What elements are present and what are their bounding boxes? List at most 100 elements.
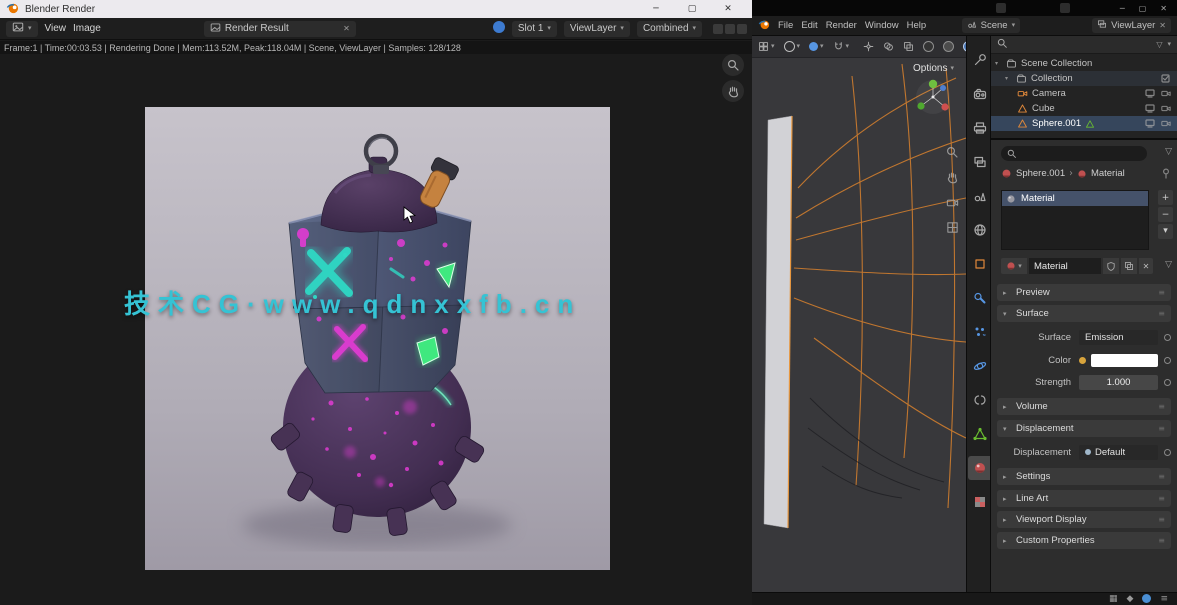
close-button[interactable]: ✕ bbox=[1160, 4, 1167, 13]
outliner-row-camera[interactable]: Camera bbox=[991, 86, 1177, 101]
screen-visibility-icon[interactable] bbox=[1145, 89, 1155, 98]
outliner-row-cube[interactable]: Cube bbox=[991, 101, 1177, 116]
color-swatch[interactable] bbox=[1091, 354, 1158, 367]
display-channels-buttons[interactable] bbox=[713, 24, 747, 34]
help-menu[interactable]: Help bbox=[907, 20, 927, 31]
image-editor-canvas[interactable]: 技术CG·www.qdnxxfb.cn bbox=[0, 54, 752, 605]
channel-z-icon[interactable] bbox=[737, 24, 747, 34]
browse-material-button[interactable]: ▾ bbox=[1001, 258, 1027, 274]
datablock-filter-icon[interactable]: ▽ bbox=[1165, 260, 1172, 270]
render-menu[interactable]: Render bbox=[826, 20, 857, 31]
render-window-titlebar[interactable]: Blender Render ─ ▢ ✕ bbox=[0, 0, 752, 18]
outliner-filter-button[interactable]: ▽ bbox=[1156, 40, 1162, 49]
channel-color-icon[interactable] bbox=[713, 24, 723, 34]
camera-visibility-icon[interactable] bbox=[1161, 104, 1171, 113]
file-menu[interactable]: File bbox=[778, 20, 793, 31]
material-name-field[interactable]: Material bbox=[1029, 258, 1101, 274]
animate-dot-icon[interactable] bbox=[1164, 379, 1171, 386]
scene-selector[interactable]: Scene ▾ bbox=[962, 18, 1020, 33]
section-surface[interactable]: ▾ Surface ≡ bbox=[997, 305, 1171, 322]
view-menu[interactable]: View bbox=[45, 23, 67, 34]
outliner-row-sphere[interactable]: Sphere.001 bbox=[991, 116, 1177, 131]
tab-object-data-icon[interactable] bbox=[968, 422, 991, 446]
tab-tool-icon[interactable] bbox=[968, 48, 991, 72]
navigation-axis-gizmo[interactable] bbox=[914, 78, 952, 116]
xray-toggle-button[interactable] bbox=[901, 39, 916, 55]
expand-caret-icon[interactable]: ▾ bbox=[1005, 75, 1012, 82]
tab-output-icon[interactable] bbox=[968, 116, 991, 140]
viewlayer-selector[interactable]: ViewLayer ▾ bbox=[564, 21, 630, 37]
snap-magnet-button[interactable]: ▾ bbox=[831, 39, 852, 55]
unlink-material-button[interactable]: ✕ bbox=[1139, 258, 1153, 274]
screen-visibility-icon[interactable] bbox=[1145, 104, 1155, 113]
tab-world-icon[interactable] bbox=[968, 218, 991, 242]
close-icon[interactable]: ✕ bbox=[1159, 21, 1166, 30]
breadcrumb-object[interactable]: Sphere.001 bbox=[1016, 168, 1065, 179]
section-displacement[interactable]: ▾ Displacement ≡ bbox=[997, 420, 1171, 437]
fake-user-button[interactable] bbox=[1103, 258, 1119, 274]
add-slot-button[interactable]: + bbox=[1158, 190, 1173, 205]
shading-wireframe-button[interactable] bbox=[921, 39, 936, 55]
minimize-button[interactable]: ─ bbox=[1120, 4, 1125, 13]
expand-caret-icon[interactable]: ▾ bbox=[995, 60, 1002, 67]
editor-type-button[interactable]: ▾ bbox=[6, 21, 38, 37]
material-slot-row[interactable]: Material bbox=[1002, 191, 1148, 206]
tab-texture-icon[interactable] bbox=[968, 490, 991, 514]
zoom-gizmo-button[interactable] bbox=[722, 54, 744, 76]
grid-status-icon[interactable]: ▦ bbox=[1109, 594, 1118, 604]
viewlayer-selector[interactable]: ViewLayer ✕ bbox=[1092, 18, 1171, 33]
new-material-button[interactable] bbox=[1121, 258, 1137, 274]
chevron-down-icon[interactable]: ▾ bbox=[1167, 41, 1171, 48]
slot-specials-button[interactable]: ▾ bbox=[1158, 224, 1173, 239]
image-datablock-selector[interactable]: Render Result ✕ bbox=[204, 21, 356, 37]
transform-pivot-button[interactable]: ▾ bbox=[807, 39, 826, 55]
app-status-icon[interactable] bbox=[1142, 594, 1151, 605]
tab-view-layer-icon[interactable] bbox=[968, 150, 991, 174]
section-custom-properties[interactable]: ▸ Custom Properties ≡ bbox=[997, 532, 1171, 549]
mode-selector-button[interactable]: ▾ bbox=[782, 39, 803, 55]
window-menu[interactable]: Window bbox=[865, 20, 899, 31]
viewport-pan-button[interactable] bbox=[946, 171, 959, 187]
breadcrumb-data[interactable]: Material bbox=[1091, 168, 1125, 179]
section-volume[interactable]: ▸ Volume ≡ bbox=[997, 398, 1171, 415]
material-slot-list[interactable]: Material bbox=[1001, 190, 1149, 250]
viewport-options-button[interactable]: Options ▾ bbox=[913, 63, 954, 74]
node-socket-icon[interactable] bbox=[1079, 357, 1086, 364]
properties-filter-button[interactable]: ▽ bbox=[1165, 147, 1172, 157]
minimize-button[interactable]: ─ bbox=[638, 0, 674, 18]
remove-slot-button[interactable]: − bbox=[1158, 207, 1173, 222]
section-viewport-display[interactable]: ▸ Viewport Display ≡ bbox=[997, 511, 1171, 528]
image-pin-button[interactable] bbox=[493, 21, 505, 36]
maximize-button[interactable]: ▢ bbox=[674, 0, 710, 18]
surface-shader-dropdown[interactable]: Emission bbox=[1079, 330, 1158, 345]
tab-render-icon[interactable] bbox=[968, 82, 991, 106]
animate-dot-icon[interactable] bbox=[1164, 449, 1171, 456]
strength-value-field[interactable]: 1.000 bbox=[1079, 375, 1158, 390]
maximize-button[interactable]: ▢ bbox=[1139, 4, 1147, 13]
checkbox-icon[interactable] bbox=[1161, 74, 1171, 83]
viewport-camera-button[interactable] bbox=[946, 196, 959, 212]
editor-type-button[interactable]: ▾ bbox=[756, 39, 777, 55]
tab-particles-icon[interactable] bbox=[968, 320, 991, 344]
diamond-status-icon[interactable]: ◆ bbox=[1127, 594, 1134, 604]
shading-solid-button[interactable] bbox=[941, 39, 956, 55]
overlays-toggle-button[interactable] bbox=[881, 39, 896, 55]
properties-search-field[interactable] bbox=[1001, 146, 1147, 161]
camera-visibility-icon[interactable] bbox=[1161, 119, 1171, 128]
tab-scene-icon[interactable] bbox=[968, 184, 991, 208]
image-menu[interactable]: Image bbox=[73, 23, 101, 34]
animate-dot-icon[interactable] bbox=[1164, 357, 1171, 364]
outliner-row-scene-collection[interactable]: ▾ Scene Collection bbox=[991, 56, 1177, 71]
pin-id-button[interactable] bbox=[1161, 168, 1171, 182]
screen-visibility-icon[interactable] bbox=[1145, 119, 1155, 128]
viewport-zoom-button[interactable] bbox=[946, 146, 959, 162]
tab-physics-icon[interactable] bbox=[968, 354, 991, 378]
camera-visibility-icon[interactable] bbox=[1161, 89, 1171, 98]
channel-alpha-icon[interactable] bbox=[725, 24, 735, 34]
close-button[interactable]: ✕ bbox=[710, 0, 746, 18]
viewport-3d[interactable]: ▾ ▾ ▾ ▾ bbox=[752, 36, 966, 592]
render-pass-selector[interactable]: Combined ▾ bbox=[637, 21, 702, 37]
gizmo-toggle-button[interactable] bbox=[861, 39, 876, 55]
main-window-titlebar[interactable]: ─ ▢ ✕ bbox=[752, 0, 1177, 16]
outliner-search-button[interactable] bbox=[997, 38, 1008, 52]
